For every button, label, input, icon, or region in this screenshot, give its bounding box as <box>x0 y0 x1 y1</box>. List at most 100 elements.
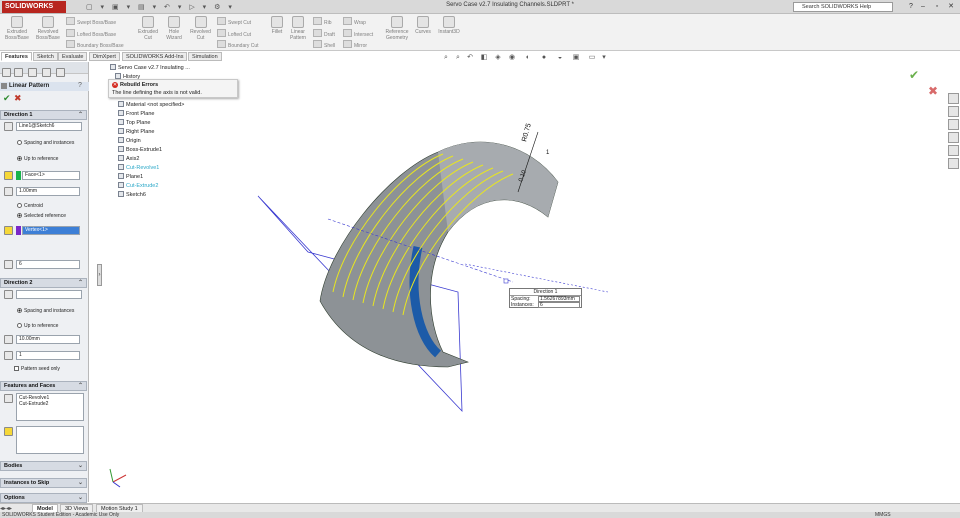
units-indicator[interactable]: MMGS <box>875 512 891 518</box>
direction2-spacing-field[interactable]: 10.00mm <box>16 335 80 344</box>
ok-icon[interactable]: ✔ <box>3 93 11 104</box>
revolved-boss-button[interactable]: Revolved Boss/Base <box>33 16 63 41</box>
direction2-reference-field[interactable] <box>16 290 82 299</box>
section-view-icon[interactable]: ◧ <box>480 54 488 62</box>
feature-manager-icon[interactable] <box>2 68 11 77</box>
previous-view-icon[interactable]: ↶ <box>466 54 474 62</box>
property-manager-icon[interactable] <box>14 68 23 77</box>
file-explorer-icon[interactable] <box>948 119 959 130</box>
wrap-button[interactable]: Wrap <box>343 17 366 26</box>
mirror-button[interactable]: Mirror <box>343 40 367 49</box>
tree-item-plane1[interactable]: Plane1 <box>118 173 143 181</box>
pattern-seed-only-checkbox[interactable]: Pattern seed only <box>14 366 60 372</box>
direction-handle[interactable] <box>503 278 509 284</box>
direction1-header[interactable]: Direction 1 ⌃ <box>0 110 87 120</box>
direction1-instances-field[interactable]: 6 <box>16 260 80 269</box>
restore-button[interactable]: ▫ <box>932 2 942 12</box>
confirm-cancel-icon[interactable]: ✖ <box>928 84 938 98</box>
callout-instances-value[interactable]: 6 <box>538 302 580 308</box>
cancel-icon[interactable]: ✖ <box>14 93 22 104</box>
swept-boss-button[interactable]: Swept Boss/Base <box>66 17 116 26</box>
tab-simulation[interactable]: Simulation <box>188 52 222 61</box>
shell-button[interactable]: Shell <box>313 40 335 49</box>
tab-evaluate[interactable]: Evaluate <box>58 52 88 61</box>
vertex-field[interactable]: Vertex<1> <box>22 226 80 235</box>
tree-item-cut-extrude2[interactable]: Cut-Extrude2 <box>118 182 158 190</box>
close-button[interactable]: ✕ <box>946 2 956 12</box>
tree-item-boss-extrude1[interactable]: Boss-Extrude1 <box>118 146 162 154</box>
fillet-button[interactable]: Fillet <box>268 16 286 35</box>
direction2-header[interactable]: Direction 2 ⌃ <box>0 278 87 288</box>
tree-item-front-plane[interactable]: Front Plane <box>118 110 154 118</box>
tree-item-top-plane[interactable]: Top Plane <box>118 119 150 127</box>
lofted-cut-button[interactable]: Lofted Cut <box>217 29 251 38</box>
scene-icon[interactable]: ◒ <box>556 54 564 62</box>
revolved-cut-button[interactable]: Revolved Cut <box>187 16 214 41</box>
extruded-cut-button[interactable]: Extruded Cut <box>134 16 162 41</box>
graphics-viewport[interactable]: R0.75 1 0.10 <box>98 62 947 503</box>
boundary-boss-button[interactable]: Boundary Boss/Base <box>66 40 124 49</box>
tab-dimxpert[interactable]: DimXpert <box>89 52 120 61</box>
up-to-reference-radio[interactable]: Up to reference <box>17 156 58 162</box>
instances-skip-header[interactable]: Instances to Skip ⌄ <box>0 478 87 488</box>
rib-button[interactable]: Rib <box>313 17 332 26</box>
zoom-fit-icon[interactable]: ⌕ <box>442 54 450 62</box>
swept-cut-button[interactable]: Swept Cut <box>217 17 251 26</box>
tab-features[interactable]: Features <box>1 52 32 61</box>
reference-geometry-button[interactable]: Reference Geometry <box>382 16 412 41</box>
up-to-reference-radio-2[interactable]: Up to reference <box>17 323 58 329</box>
instant3d-button[interactable]: Instant3D <box>436 16 462 35</box>
minimize-button[interactable]: – <box>918 2 928 12</box>
help-icon[interactable]: ? <box>906 2 916 12</box>
view-orientation-icon[interactable]: ◈ <box>494 54 502 62</box>
features-list[interactable]: Cut-Revolve1 Cut-Extrude2 <box>16 393 84 421</box>
resources-icon[interactable] <box>948 93 959 104</box>
reference-face-field[interactable]: Face<1> <box>22 171 80 180</box>
view-palette-icon[interactable] <box>948 132 959 143</box>
tree-item-right-plane[interactable]: Right Plane <box>118 128 154 136</box>
custom-properties-icon[interactable] <box>948 158 959 169</box>
dimension-radius[interactable]: R0.75 <box>521 123 533 143</box>
zoom-area-icon[interactable]: ⌕ <box>454 54 462 62</box>
hide-show-icon[interactable]: ◐ <box>524 54 532 62</box>
intersect-button[interactable]: Intersect <box>343 29 373 38</box>
solidworks-logo[interactable]: SOLIDWORKS <box>2 1 66 13</box>
configuration-manager-icon[interactable] <box>28 68 37 77</box>
bodies-header[interactable]: Bodies ⌄ <box>0 461 87 471</box>
centroid-radio[interactable]: Centroid <box>17 203 43 209</box>
curves-button[interactable]: Curves <box>413 16 433 35</box>
direction-icon[interactable] <box>4 290 13 299</box>
view-settings-icon[interactable]: ▣ <box>572 54 580 62</box>
tree-root[interactable]: Servo Case v2.7 Insulating ... <box>110 64 190 72</box>
dimxpert-manager-icon[interactable] <box>42 68 51 77</box>
direction-icon[interactable] <box>4 122 13 131</box>
tab-sketch[interactable]: Sketch <box>33 52 58 61</box>
tree-item-sketch6[interactable]: Sketch6 <box>118 191 146 199</box>
more-icon[interactable]: ▾ <box>600 54 608 62</box>
offset-distance-field[interactable]: 1.00mm <box>16 187 80 196</box>
display-style-icon[interactable]: ◉ <box>508 54 516 62</box>
tree-item-axis2[interactable]: Axis2 <box>118 155 139 163</box>
appearances-icon[interactable] <box>948 145 959 156</box>
confirm-ok-icon[interactable]: ✔ <box>909 68 919 82</box>
boundary-cut-button[interactable]: Boundary Cut <box>217 40 259 49</box>
panel-splitter-handle[interactable]: › <box>97 264 102 286</box>
appearance-icon[interactable]: ● <box>540 54 548 62</box>
help-icon[interactable]: ? <box>78 82 82 89</box>
monitor-icon[interactable]: ▭ <box>588 54 596 62</box>
tab-addins[interactable]: SOLIDWORKS Add-Ins <box>122 52 188 61</box>
features-faces-header[interactable]: Features and Faces ⌃ <box>0 381 87 391</box>
tree-item-material[interactable]: Material <not specified> <box>118 101 184 109</box>
lofted-boss-button[interactable]: Lofted Boss/Base <box>66 29 116 38</box>
options-header[interactable]: Options ⌄ <box>0 493 87 503</box>
selected-reference-radio[interactable]: Selected reference <box>17 213 66 219</box>
hole-wizard-button[interactable]: Hole Wizard <box>162 16 186 41</box>
direction1-reference-field[interactable]: Line1@Sketch6 <box>16 122 82 131</box>
design-library-icon[interactable] <box>948 106 959 117</box>
list-item[interactable]: Cut-Extrude2 <box>19 401 81 407</box>
display-manager-icon[interactable] <box>56 68 65 77</box>
tab-scroll-icons[interactable]: ◂▸◂▸ <box>0 505 12 512</box>
extruded-boss-button[interactable]: Extruded Boss/Base <box>3 16 31 41</box>
spacing-instances-radio-2[interactable]: Spacing and instances <box>17 308 74 314</box>
quick-access-toolbar[interactable]: ▢ ▾ ▣ ▾ ▤ ▾ ↶ ▾ ▷ ▾ ⚙ ▾ <box>86 3 235 11</box>
